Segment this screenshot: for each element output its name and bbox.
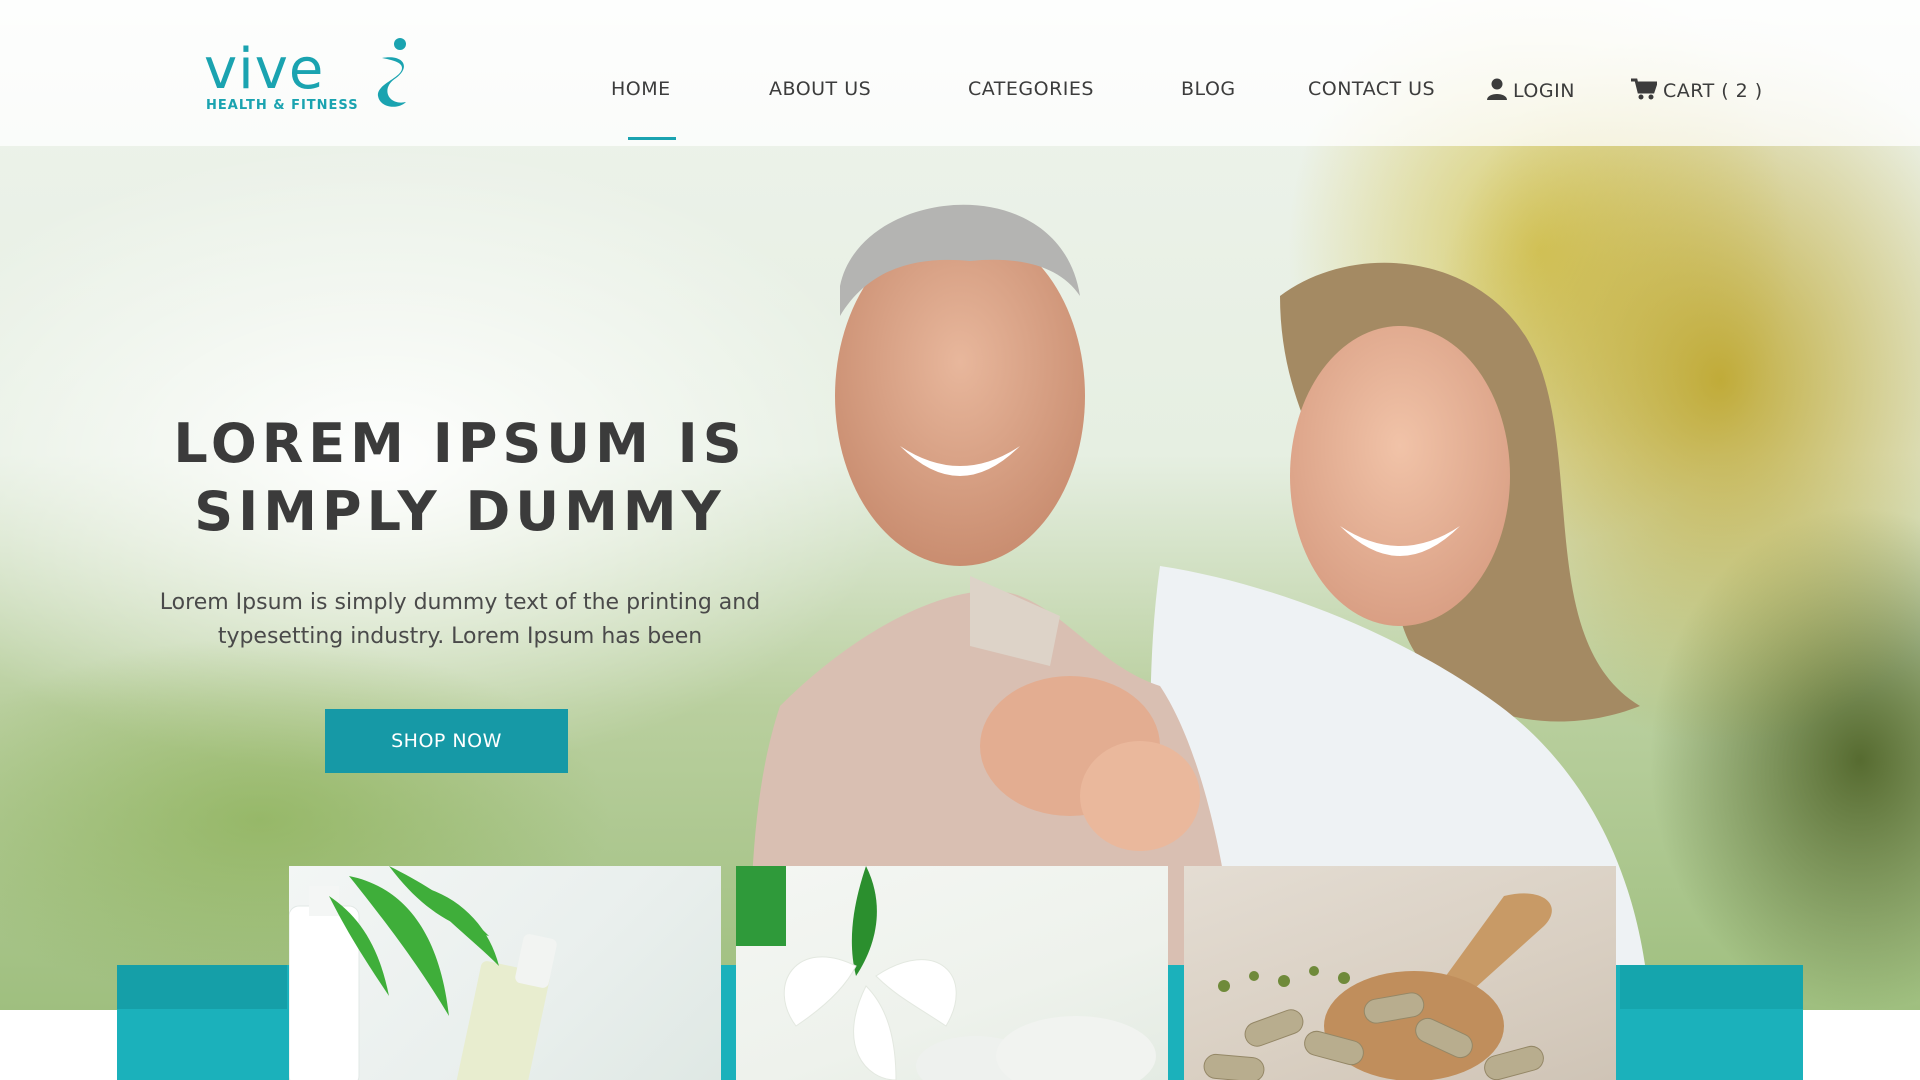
nav-home[interactable]: HOME xyxy=(611,78,671,100)
nav-active-indicator xyxy=(628,137,676,140)
shop-now-button[interactable]: SHOP NOW xyxy=(325,709,568,773)
nav-categories[interactable]: CATEGORIES xyxy=(968,78,1094,100)
hero-description: Lorem Ipsum is simply dummy text of the … xyxy=(159,590,761,649)
product-card-supplements[interactable] xyxy=(1184,866,1616,1080)
nav-about-us[interactable]: ABOUT US xyxy=(769,78,871,100)
white-lily-flower-image xyxy=(736,866,1156,1080)
herbal-capsules-spoon-image xyxy=(1203,893,1552,1080)
hero-title: LOREM IPSUM IS SIMPLY DUMMY xyxy=(173,412,747,543)
product-card-cosmetics[interactable] xyxy=(289,866,721,1080)
product-card-flowers[interactable] xyxy=(736,866,1168,1080)
cosmetic-bottles-fern-image xyxy=(289,866,557,1080)
main-navigation: HOME ABOUT US CATEGORIES BLOG CONTACT US… xyxy=(0,78,1920,108)
teal-accent-block-right xyxy=(1620,965,1803,1009)
cart-icon xyxy=(1631,78,1657,100)
login-label: LOGIN xyxy=(1513,80,1575,102)
nav-blog[interactable]: BLOG xyxy=(1181,78,1236,100)
nav-contact-us[interactable]: CONTACT US xyxy=(1308,78,1435,100)
nav-login[interactable]: LOGIN xyxy=(1487,78,1575,102)
user-icon xyxy=(1487,78,1507,100)
teal-accent-block-left xyxy=(117,965,287,1009)
nav-cart[interactable]: CART ( 2 ) xyxy=(1631,78,1763,102)
cart-label: CART ( 2 ) xyxy=(1663,80,1763,102)
